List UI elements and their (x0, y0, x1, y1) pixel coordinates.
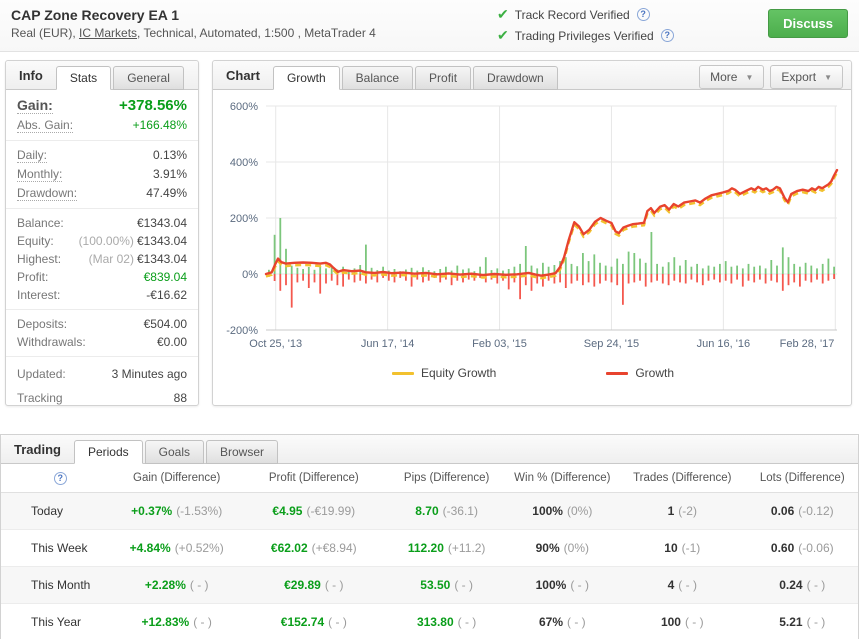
equity-growth-swatch (391, 371, 414, 375)
stat-balance: Balance: €1343.04 (17, 216, 187, 230)
tab-drawdown[interactable]: Drawdown (473, 66, 558, 90)
check-icon: ✔ (497, 6, 509, 22)
svg-text:Jun 17, '14: Jun 17, '14 (361, 338, 414, 350)
gain-group: Gain: +378.56% Abs. Gain: +166.48% (6, 90, 198, 141)
svg-text:Oct 25, '13: Oct 25, '13 (249, 338, 302, 350)
chart-body: 600% 400% 200% 0% -200% Oct 25, '13 Jun 17, '1… (213, 90, 851, 380)
chart-tabstrip: Chart Growth Balance Profit Drawdown Mor… (213, 61, 851, 90)
export-button[interactable]: Export ▼ (770, 65, 843, 89)
growth-chart[interactable]: 600% 400% 200% 0% -200%Oct 25, '13 Jun 17, '1… (215, 94, 851, 352)
question-icon[interactable]: ? (636, 8, 650, 21)
trading-privileges-verified: ✔ Trading Privileges Verified ? (497, 25, 674, 46)
chevron-down-icon: ▼ (745, 72, 754, 82)
svg-text:200%: 200% (230, 213, 258, 225)
account-header: CAP Zone Recovery EA 1 Real (EUR), IC Ma… (0, 0, 859, 52)
chart-panel: Chart Growth Balance Profit Drawdown Mor… (212, 60, 852, 406)
trading-panel-title: Trading (14, 442, 61, 457)
account-subtitle: Real (EUR), IC Markets, Technical, Autom… (11, 26, 376, 40)
stat-highest: Highest: (Mar 02) €1343.04 (17, 252, 187, 266)
stat-tracking: Tracking 88 (17, 391, 187, 405)
stat-profit: Profit: €839.04 (17, 270, 187, 284)
table-row-this-year: This Year +12.83%( - ) €152.74( - ) 313.… (1, 604, 858, 639)
tab-profit[interactable]: Profit (415, 66, 472, 90)
legend-growth[interactable]: Growth (606, 366, 674, 380)
tab-browser[interactable]: Browser (206, 440, 279, 464)
info-tabstrip: Info Stats General (6, 61, 198, 90)
stat-monthly: Monthly: 3.91% (17, 167, 187, 182)
info-panel-title: Info (19, 68, 43, 83)
info-panel: Info Stats General Gain: +378.56% Abs. G… (5, 60, 199, 406)
chart-buttons: More ▼ Export ▼ (699, 65, 843, 89)
balance-group: Balance: €1343.04 Equity: (100.00%) €1343… (6, 209, 198, 310)
svg-text:0%: 0% (242, 269, 258, 281)
growth-swatch (606, 371, 629, 375)
col-header-lots: Lots (Difference) (759, 472, 845, 484)
periods-table-header: ? Gain (Difference) Profit (Difference) … (1, 464, 858, 493)
svg-text:Jun 16, '16: Jun 16, '16 (697, 338, 750, 350)
chart-legend: Equity Growth Growth (215, 366, 851, 380)
stat-drawdown: Drawdown: 47.49% (17, 186, 187, 201)
col-header-trades: Trades (Difference) (633, 472, 732, 484)
stat-deposits: Deposits: €504.00 (17, 317, 187, 331)
tab-periods[interactable]: Periods (73, 440, 143, 464)
svg-text:400%: 400% (230, 157, 258, 169)
chevron-down-icon: ▼ (824, 72, 832, 82)
tab-goals[interactable]: Goals (144, 440, 204, 464)
question-icon[interactable]: ? (53, 471, 67, 485)
stat-abs-gain: Abs. Gain: +166.48% (17, 118, 187, 133)
periods-table: ? Gain (Difference) Profit (Difference) … (1, 464, 858, 639)
tab-balance[interactable]: Balance (341, 66, 414, 90)
stat-updated: Updated: 3 Minutes ago (17, 367, 187, 381)
discuss-button[interactable]: Discuss (768, 9, 848, 38)
col-header-win: Win % (Difference) (514, 472, 611, 484)
account-subtitle-suffix: , Technical, Automated, 1:500 , MetaTrad… (137, 26, 376, 40)
table-row-today: Today +0.37% (-1.53%) €4.95 (-€19.99) 8.70… (1, 493, 858, 530)
stat-gain: Gain: +378.56% (17, 97, 187, 114)
trading-tabstrip: Trading Periods Goals Browser (1, 435, 858, 464)
track-record-verified-label: Track Record Verified (514, 7, 630, 22)
svg-text:600%: 600% (230, 101, 258, 113)
check-icon: ✔ (497, 27, 509, 43)
account-title: CAP Zone Recovery EA 1 (11, 7, 180, 23)
stat-interest: Interest: -€16.62 (17, 288, 187, 302)
question-icon[interactable]: ? (660, 29, 674, 42)
tab-stats[interactable]: Stats (55, 66, 112, 90)
col-header-gain: Gain (Difference) (133, 472, 221, 484)
broker-link[interactable]: IC Markets (79, 26, 137, 40)
tab-general[interactable]: General (113, 66, 184, 90)
table-row-this-week: This Week +4.84% (+0.52%) €62.02 (+€8.94) … (1, 530, 858, 567)
svg-text:Feb 03, '15: Feb 03, '15 (472, 338, 527, 350)
svg-text:Feb 28, '17: Feb 28, '17 (780, 338, 835, 350)
stat-equity: Equity: (100.00%) €1343.04 (17, 234, 187, 248)
svg-text:-200%: -200% (226, 325, 258, 337)
deposits-group: Deposits: €504.00 Withdrawals: €0.00 (6, 310, 198, 357)
chart-panel-title: Chart (226, 68, 260, 83)
rates-group: Daily: 0.13% Monthly: 3.91% Drawdown: 47… (6, 141, 198, 209)
stat-daily: Daily: 0.13% (17, 148, 187, 163)
account-subtitle-prefix: Real (EUR), (11, 26, 80, 40)
stat-withdrawals: Withdrawals: €0.00 (17, 335, 187, 349)
tab-growth[interactable]: Growth (272, 66, 340, 90)
svg-text:Sep 24, '15: Sep 24, '15 (584, 338, 639, 350)
main-content: Info Stats General Gain: +378.56% Abs. G… (0, 52, 859, 406)
col-header-pips: Pips (Difference) (403, 472, 490, 484)
trading-panel: Trading Periods Goals Browser ? Gain (Di… (0, 434, 859, 639)
legend-equity-growth[interactable]: Equity Growth (391, 366, 496, 380)
trading-privileges-verified-label: Trading Privileges Verified (514, 28, 654, 43)
track-record-verified: ✔ Track Record Verified ? (497, 4, 674, 25)
verified-badges: ✔ Track Record Verified ? ✔ Trading Priv… (497, 4, 674, 46)
table-row-this-month: This Month +2.28%( - ) €29.89( - ) 53.50… (1, 567, 858, 604)
more-button[interactable]: More ▼ (699, 65, 765, 89)
meta-group: Updated: 3 Minutes ago Tracking 88 (6, 357, 198, 415)
col-header-profit: Profit (Difference) (268, 472, 359, 484)
